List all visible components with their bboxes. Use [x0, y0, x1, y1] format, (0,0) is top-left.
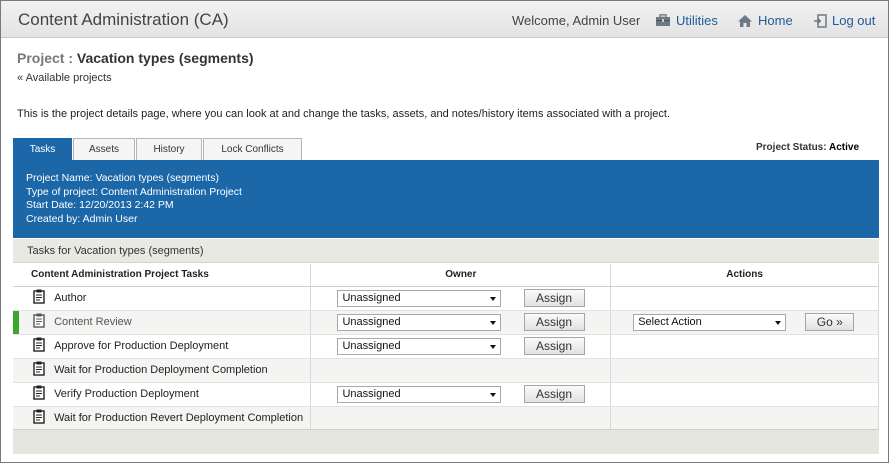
column-header-tasks: Content Administration Project Tasks — [13, 264, 312, 287]
project-name: Vacation types (segments) — [76, 50, 254, 66]
project-status-label: Project Status: — [756, 142, 827, 153]
home-icon — [737, 14, 753, 28]
task-cell: Wait for Production Revert Deployment Co… — [13, 406, 312, 431]
intro-text: This is the project details page, where … — [17, 108, 671, 120]
owner-select-value: Unassigned — [342, 339, 401, 352]
owner-select-value: Unassigned — [342, 315, 401, 328]
task-name: Author — [54, 292, 87, 304]
assign-button[interactable]: Assign — [523, 385, 585, 403]
clipboard-icon — [33, 361, 45, 379]
action-select[interactable]: Select Action — [633, 313, 787, 331]
owner-select[interactable]: Unassigned — [337, 313, 502, 331]
clipboard-icon — [33, 313, 45, 331]
actions-cell — [610, 286, 879, 311]
assign-button[interactable]: Assign — [523, 337, 585, 355]
top-bar: Content Administration (CA) Welcome, Adm… — [1, 1, 888, 38]
created-by-info: Created by: Admin User — [26, 212, 138, 225]
owner-cell: Unassigned Assign — [310, 286, 612, 311]
owner-cell: Unassigned Assign — [310, 310, 612, 335]
logout-label: Log out — [832, 13, 876, 28]
actions-cell: Select Action Go » — [610, 310, 879, 335]
actions-cell — [610, 406, 879, 431]
available-projects-link[interactable]: « Available projects — [17, 72, 112, 84]
task-cell: Approve for Production Deployment — [13, 334, 312, 359]
project-name-info: Project Name: Vacation types (segments) — [26, 172, 219, 184]
owner-select[interactable]: Unassigned — [337, 289, 502, 307]
clipboard-icon — [33, 337, 45, 355]
column-header-actions: Actions — [610, 264, 879, 287]
tab-lock-conflicts[interactable]: Lock Conflicts — [203, 138, 302, 160]
actions-cell — [610, 382, 879, 407]
chevron-down-icon — [775, 320, 782, 325]
table-row: Wait for Production Revert Deployment Co… — [13, 406, 879, 431]
go-button[interactable]: Go » — [805, 313, 855, 331]
chevron-down-icon — [490, 320, 497, 325]
utilities-label: Utilities — [676, 13, 718, 28]
project-info-panel: Project Name: Vacation types (segments) … — [13, 160, 879, 238]
task-cell: Author — [13, 286, 312, 311]
home-link[interactable]: Home — [737, 13, 793, 28]
task-name: Wait for Production Revert Deployment Co… — [54, 412, 304, 424]
assign-button[interactable]: Assign — [523, 289, 585, 307]
clipboard-icon — [33, 385, 45, 403]
owner-cell: Unassigned Assign — [310, 382, 612, 407]
task-name: Approve for Production Deployment — [54, 340, 229, 352]
table-row: Approve for Production Deployment Unassi… — [13, 334, 879, 359]
owner-cell: Unassigned Assign — [310, 334, 612, 359]
clipboard-icon — [33, 289, 45, 307]
task-cell: Wait for Production Deployment Completio… — [13, 358, 312, 383]
welcome-text: Welcome, Admin User — [512, 13, 641, 28]
table-header-row: Content Administration Project Tasks Own… — [13, 264, 879, 287]
task-name: Wait for Production Deployment Completio… — [54, 364, 268, 376]
tab-tasks[interactable]: Tasks — [13, 138, 72, 160]
table-row: Wait for Production Deployment Completio… — [13, 358, 879, 383]
action-select-value: Select Action — [638, 315, 702, 328]
table-row: Verify Production Deployment Unassigned … — [13, 382, 879, 407]
tab-bar: Tasks Assets History Lock Conflicts — [13, 138, 303, 160]
owner-cell — [310, 358, 612, 383]
chevron-down-icon — [490, 296, 497, 301]
project-type-info: Type of project: Content Administration … — [26, 185, 242, 198]
logout-icon — [813, 13, 827, 28]
table-row: Author Unassigned Assign — [13, 286, 879, 311]
table-row: Content Review Unassigned Assign Select … — [13, 310, 879, 335]
actions-cell — [610, 358, 879, 383]
tasks-heading: Tasks for Vacation types (segments) — [13, 239, 879, 263]
page-title: Project : Vacation types (segments) — [17, 50, 254, 66]
project-label: Project : — [17, 50, 74, 66]
task-name: Verify Production Deployment — [54, 388, 199, 400]
tab-assets[interactable]: Assets — [73, 138, 135, 160]
column-header-owner: Owner — [310, 264, 612, 287]
start-date-info: Start Date: 12/20/2013 2:42 PM — [26, 199, 174, 211]
tab-history[interactable]: History — [136, 138, 202, 160]
owner-select-value: Unassigned — [342, 387, 401, 400]
chevron-down-icon — [490, 392, 497, 397]
project-status: Project Status: Active — [756, 142, 859, 153]
project-status-value: Active — [829, 142, 860, 153]
task-cell: Content Review — [13, 310, 312, 335]
owner-select[interactable]: Unassigned — [337, 337, 502, 355]
chevron-down-icon — [490, 344, 497, 349]
owner-select[interactable]: Unassigned — [337, 385, 502, 403]
toolbox-icon — [655, 14, 671, 27]
actions-cell — [610, 334, 879, 359]
home-label: Home — [758, 13, 793, 28]
tasks-table: Content Administration Project Tasks Own… — [13, 264, 879, 431]
task-name: Content Review — [54, 316, 132, 328]
owner-cell — [310, 406, 612, 431]
utilities-link[interactable]: Utilities — [655, 13, 718, 28]
assign-button[interactable]: Assign — [523, 313, 585, 331]
table-footer-bar — [13, 429, 879, 454]
owner-select-value: Unassigned — [342, 291, 401, 304]
task-cell: Verify Production Deployment — [13, 382, 312, 407]
logout-link[interactable]: Log out — [813, 13, 875, 28]
app-title: Content Administration (CA) — [18, 10, 229, 29]
clipboard-icon — [33, 409, 45, 427]
